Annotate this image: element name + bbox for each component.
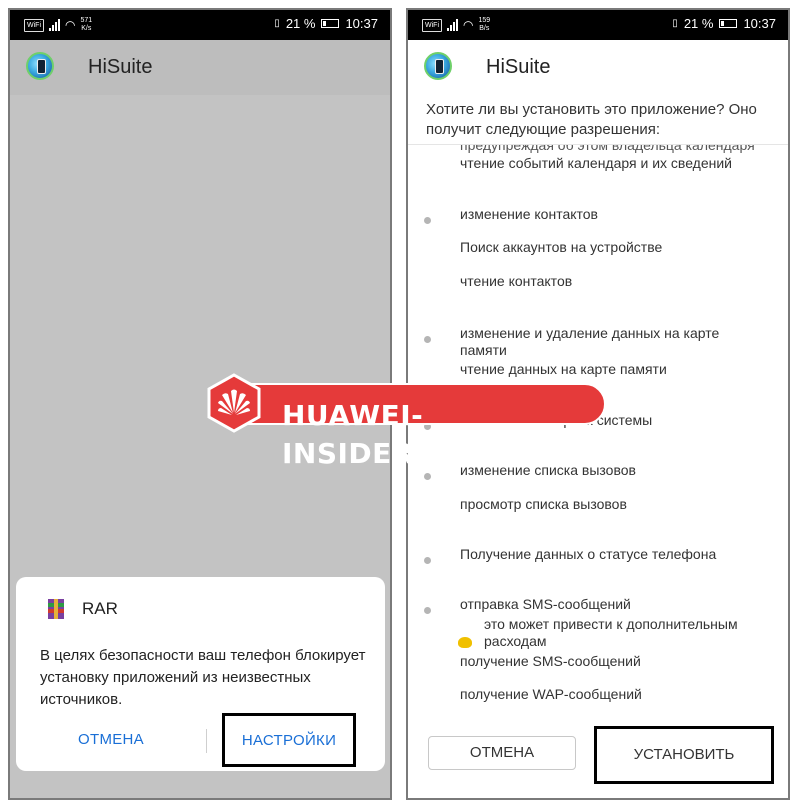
network-speed: 571 K/s bbox=[80, 17, 93, 32]
permission-warning: это может привести к дополнительным расх… bbox=[484, 616, 738, 649]
install-question: Хотите ли вы установить это приложение? … bbox=[426, 101, 757, 138]
app-header: HiSuite bbox=[10, 40, 390, 95]
install-button-row: ОТМЕНА УСТАНОВИТЬ bbox=[408, 716, 788, 798]
signal-icon bbox=[447, 19, 458, 31]
vibrate-icon: ▯ bbox=[672, 18, 678, 29]
permission-item: Поиск аккаунтов на устройстве bbox=[460, 239, 663, 255]
permission-group-bullet bbox=[424, 473, 431, 480]
wifi-icon: ◠ bbox=[65, 18, 76, 32]
watermark-band: HUAWEI-INSIDER.COM bbox=[230, 383, 606, 470]
sim-indicator: WiFi bbox=[24, 18, 44, 32]
settings-button[interactable]: НАСТРОЙКИ bbox=[222, 713, 356, 767]
permission-group-bullet bbox=[424, 217, 431, 224]
dialog-message: В целях безопасности ваш телефон блокиру… bbox=[40, 647, 366, 708]
permission-item: чтение контактов bbox=[460, 273, 573, 289]
watermark-banner: HUAWEI-INSIDER.COM bbox=[204, 373, 608, 470]
network-speed: 159 B/s bbox=[478, 17, 491, 32]
permission-item: чтение событий календаря и их сведений bbox=[460, 155, 732, 171]
signal-icon bbox=[49, 19, 60, 31]
permission-item: Получение данных о статусе телефона bbox=[460, 546, 717, 562]
status-bar: WiFi ◠ 159 B/s ▯ 21 % 10:37 bbox=[408, 10, 788, 40]
cancel-button[interactable]: ОТМЕНА bbox=[26, 717, 196, 763]
status-bar: WiFi ◠ 571 K/s ▯ 21 % 10:37 bbox=[10, 10, 390, 40]
cost-warning-icon bbox=[458, 635, 474, 649]
dialog-app-name: RAR bbox=[82, 599, 118, 618]
hisuite-app-icon bbox=[26, 52, 54, 80]
permission-group-bullet bbox=[424, 607, 431, 614]
permission-group-bullet bbox=[424, 336, 431, 343]
cancel-install-button[interactable]: ОТМЕНА bbox=[428, 736, 576, 770]
permission-item: изменение и удаление данных на карте пам… bbox=[460, 325, 720, 358]
app-header: HiSuite bbox=[408, 40, 788, 95]
hisuite-app-icon bbox=[424, 52, 452, 80]
permission-item-clipped: предупреждая об этом владельца календаря bbox=[460, 144, 755, 153]
sim-indicator: WiFi bbox=[422, 18, 442, 32]
button-divider bbox=[206, 729, 207, 753]
permission-item: получение WAP-сообщений bbox=[460, 686, 642, 702]
permission-item: просмотр списка вызовов bbox=[460, 496, 627, 512]
battery-percent: 21 % bbox=[285, 16, 316, 31]
battery-icon bbox=[719, 19, 738, 28]
app-title: HiSuite bbox=[486, 56, 551, 78]
clock: 10:37 bbox=[345, 16, 378, 31]
vibrate-icon: ▯ bbox=[274, 18, 280, 29]
wifi-icon: ◠ bbox=[463, 18, 474, 32]
permission-item: изменение контактов bbox=[460, 206, 598, 222]
permission-group-bullet bbox=[424, 557, 431, 564]
rar-app-icon bbox=[46, 599, 66, 619]
permission-item: отправка SMS-сообщений bbox=[460, 596, 631, 612]
permission-item: получение SMS-сообщений bbox=[460, 653, 641, 669]
huawei-logo-icon bbox=[207, 373, 261, 433]
security-dialog: RAR В целях безопасности ваш телефон бло… bbox=[16, 577, 385, 771]
install-button[interactable]: УСТАНОВИТЬ bbox=[594, 726, 774, 784]
watermark-text: HUAWEI-INSIDER.COM bbox=[282, 399, 500, 470]
app-title: HiSuite bbox=[88, 56, 153, 78]
battery-percent: 21 % bbox=[683, 16, 714, 31]
battery-icon bbox=[321, 19, 340, 28]
clock: 10:37 bbox=[743, 16, 776, 31]
